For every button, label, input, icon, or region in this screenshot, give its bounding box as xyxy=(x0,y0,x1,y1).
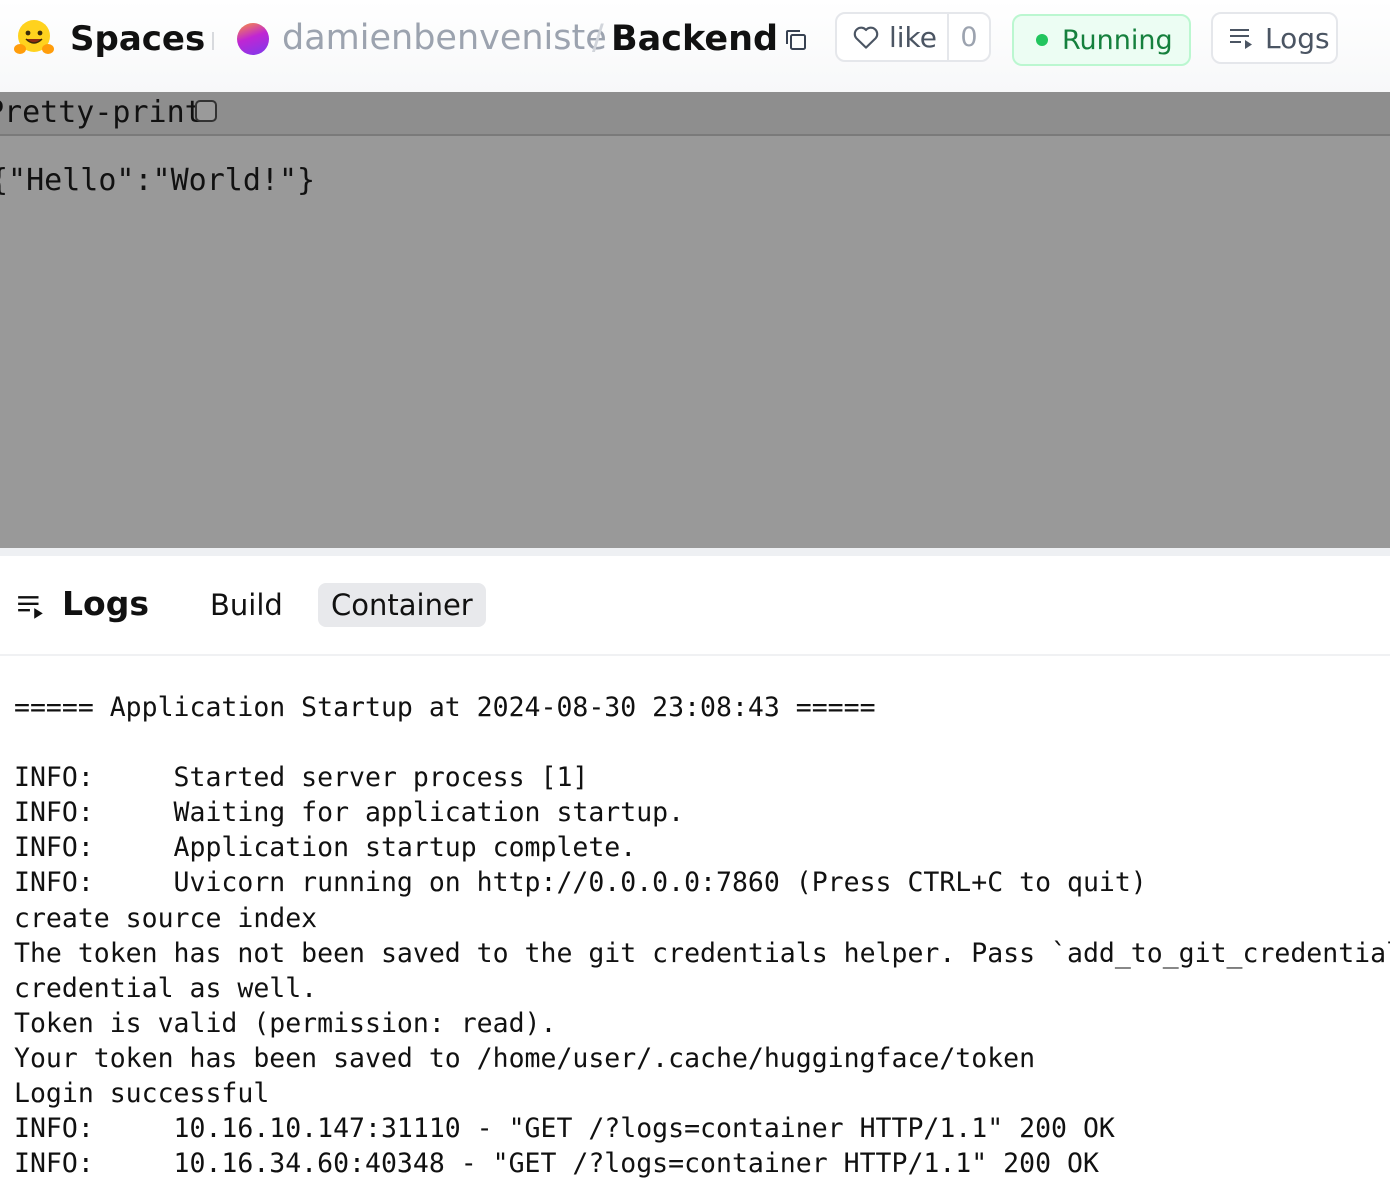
log-line: Token is valid (permission: read). xyxy=(14,1007,557,1039)
app-iframe: Pretty-print {"Hello":"World!"} xyxy=(0,92,1390,548)
like-toggle[interactable]: like xyxy=(837,14,949,60)
log-line: INFO: 10.16.34.60:40348 - "GET /?logs=co… xyxy=(14,1148,1099,1180)
tab-build[interactable]: Build xyxy=(196,583,297,627)
logs-header: Logs Build Container xyxy=(0,556,1390,656)
status-badge[interactable]: Running xyxy=(1012,14,1191,66)
owner-avatar[interactable] xyxy=(237,23,269,55)
logs-button[interactable]: Logs xyxy=(1211,12,1338,64)
hugging-face-logo-icon[interactable] xyxy=(12,18,56,58)
header-divider xyxy=(212,32,214,50)
log-line: INFO: Uvicorn running on http://0.0.0.0:… xyxy=(14,867,1147,899)
log-line: INFO: Waiting for application startup. xyxy=(14,797,685,829)
logs-title: Logs xyxy=(62,584,149,623)
log-line: create source index xyxy=(14,902,318,934)
path-separator: / xyxy=(592,18,604,58)
logs-list-icon xyxy=(18,596,43,619)
logs-panel: Logs Build Container ===== Application S… xyxy=(0,556,1390,1196)
spaces-link[interactable]: Spaces xyxy=(70,18,205,60)
pretty-print-checkbox[interactable] xyxy=(195,100,217,122)
panel-divider xyxy=(0,548,1390,556)
logs-button-label: Logs xyxy=(1265,21,1330,55)
heart-icon xyxy=(853,26,879,49)
json-response: {"Hello":"World!"} xyxy=(0,163,316,198)
status-dot-icon xyxy=(1036,34,1048,46)
log-line: The token has not been saved to the git … xyxy=(14,937,1390,969)
like-button[interactable]: like 0 xyxy=(835,12,991,62)
log-output: ===== Application Startup at 2024-08-30 … xyxy=(14,690,1390,1181)
log-line: ===== Application Startup at 2024-08-30 … xyxy=(14,692,876,723)
log-line: INFO: Application startup complete. xyxy=(14,832,637,864)
log-line: INFO: Started server process [1] xyxy=(14,762,589,794)
copy-icon[interactable] xyxy=(782,26,810,54)
log-line: credential as well. xyxy=(14,972,318,1004)
pretty-print-label[interactable]: Pretty-print xyxy=(0,94,203,132)
pretty-print-bar: Pretty-print xyxy=(0,92,1390,136)
owner-link[interactable]: damienbenveniste xyxy=(282,16,607,60)
log-line: INFO: 10.16.10.147:31110 - "GET /?logs=c… xyxy=(14,1113,1115,1145)
logs-list-icon xyxy=(1230,29,1252,49)
like-count[interactable]: 0 xyxy=(949,14,989,60)
repo-name-link[interactable]: Backend xyxy=(611,16,778,62)
tab-container[interactable]: Container xyxy=(318,583,486,627)
like-label: like xyxy=(889,20,938,54)
log-line: Your token has been saved to /home/user/… xyxy=(14,1042,1036,1074)
space-header: Spaces damienbenveniste / Backend like 0… xyxy=(0,0,1390,92)
status-text: Running xyxy=(1062,24,1173,56)
log-line: Login successful xyxy=(14,1078,270,1110)
